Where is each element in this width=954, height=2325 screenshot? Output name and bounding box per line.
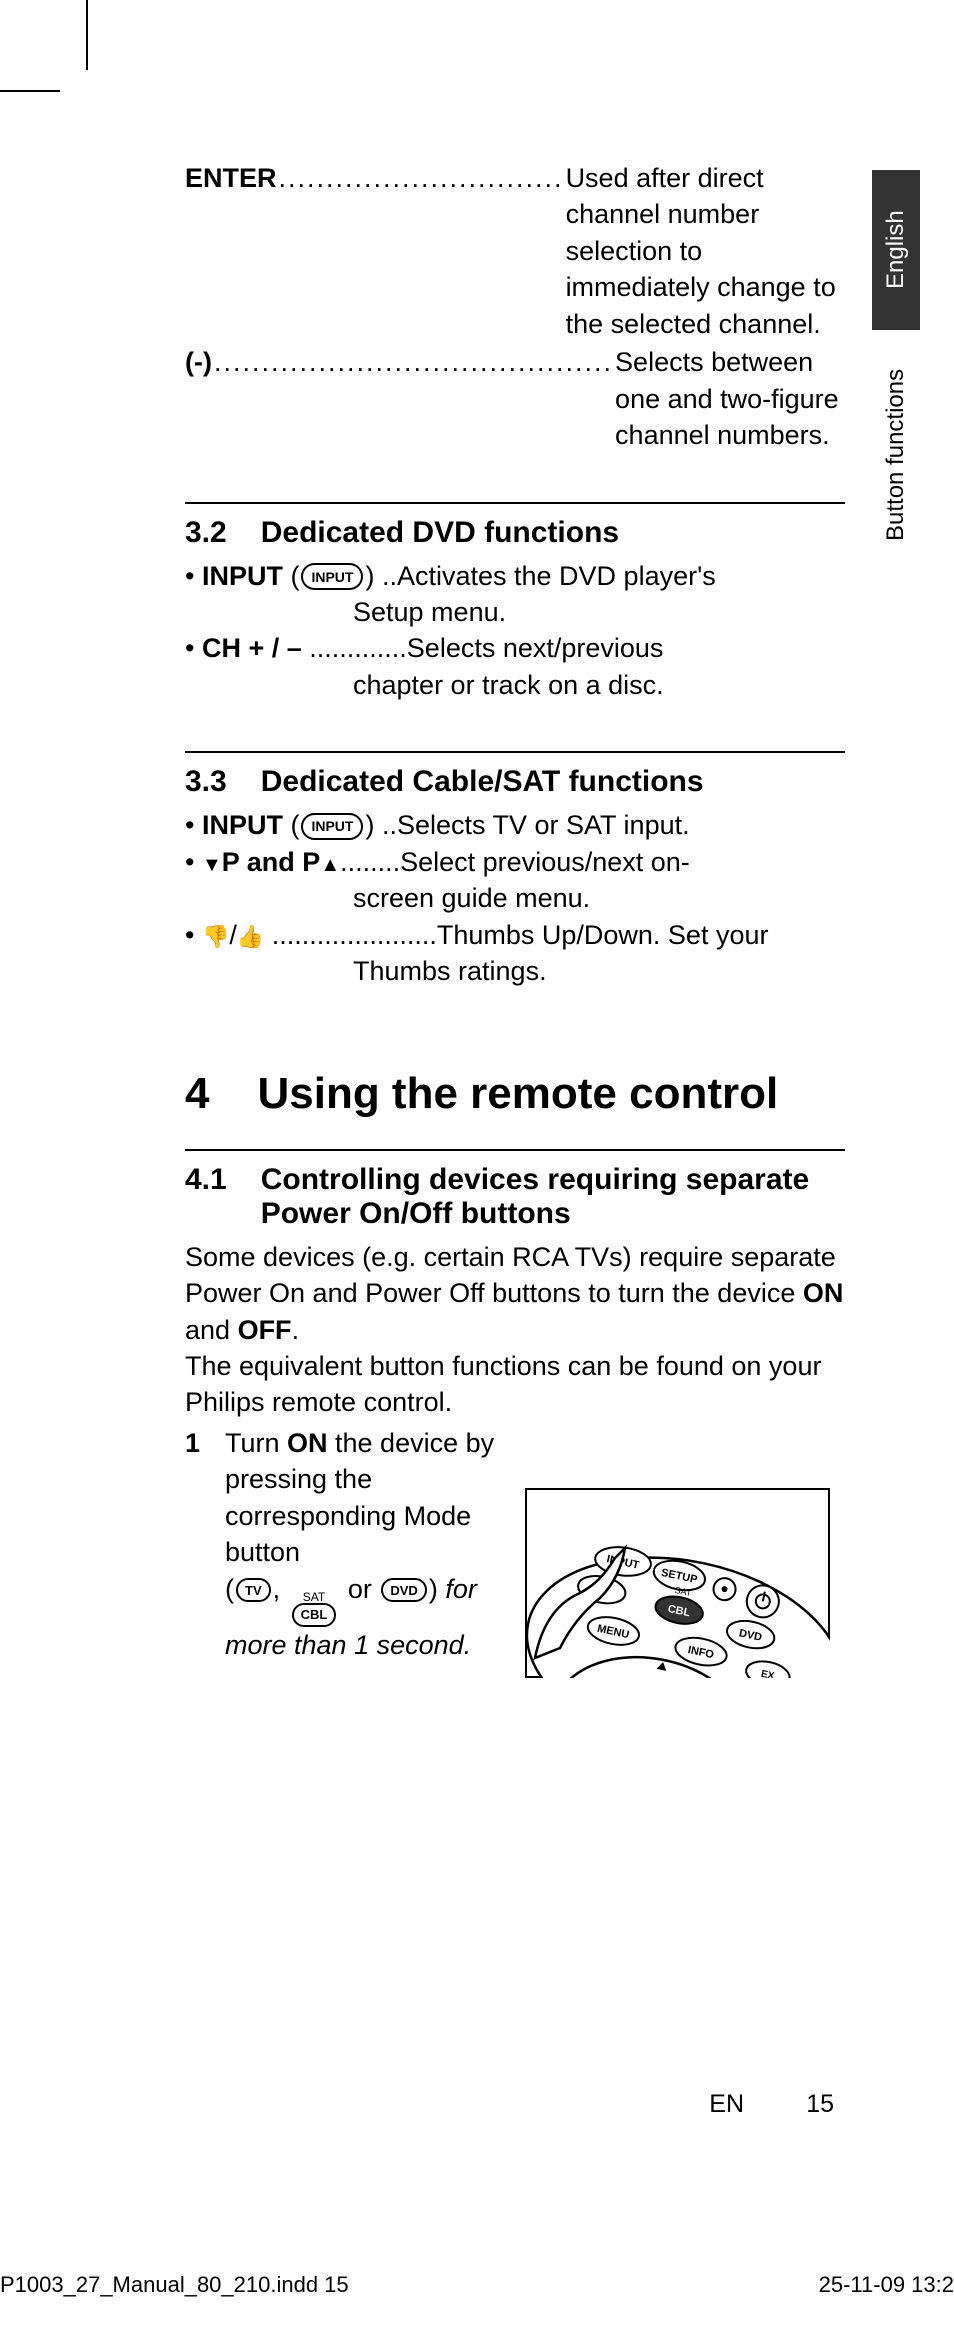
desc-dash: Selects between one and two-figure chann… — [615, 344, 845, 453]
footer-filename: P1003_27_Manual_80_210.indd 15 — [0, 2272, 349, 2298]
para-text: . — [292, 1315, 300, 1345]
heading-4-1: 4.1 Controlling devices requiring separa… — [185, 1163, 845, 1231]
heading-title: Controlling devices requiring separate P… — [261, 1163, 845, 1231]
item-thumbs: • 👎/👍 ......................Thumbs Up/Do… — [185, 917, 845, 990]
desc-thumbs-2: Thumbs ratings. — [185, 953, 845, 989]
desc-input-1: Activates the DVD player's — [397, 561, 716, 591]
paragraph-1: Some devices (e.g. certain RCA TVs) requ… — [185, 1239, 845, 1348]
heading-title: Using the remote control — [257, 1069, 845, 1118]
desc-enter: Used after direct channel number selecti… — [566, 160, 845, 342]
page-number: 15 — [806, 2090, 834, 2119]
list-3-2: • INPUT (INPUT) ..Activates the DVD play… — [185, 558, 845, 704]
leader-dots: ........................................… — [212, 344, 615, 380]
footer-date: 25-11-09 13:2 — [819, 2272, 954, 2298]
desc-ch-2: chapter or track on a disc. — [185, 667, 845, 703]
cbl-sat-button-icon: SAT CBL — [290, 1591, 339, 1627]
thumbs-down-icon: 👎 — [202, 924, 229, 949]
definitions-block: ENTER .............................. Use… — [185, 160, 845, 454]
input-button-icon: INPUT — [301, 563, 363, 590]
dvd-button-icon: DVD — [381, 1578, 426, 1602]
triangle-up-icon — [320, 847, 340, 877]
bold-on: ON — [287, 1428, 328, 1458]
desc-input: Selects TV or SAT input. — [397, 810, 690, 840]
heading-num: 3.2 — [185, 516, 227, 550]
heading-title: Dedicated DVD functions — [261, 516, 845, 550]
bold-off: OFF — [238, 1315, 292, 1345]
desc-input-2: Setup menu. — [185, 594, 845, 630]
term-ch: CH + / – — [202, 633, 302, 663]
term-input: INPUT — [202, 561, 283, 591]
term-p: P and P — [222, 847, 321, 877]
tab-language: English — [872, 170, 920, 330]
desc-p-2: screen guide menu. — [185, 880, 845, 916]
sat-label: SAT — [303, 1591, 325, 1603]
side-tabs: English Button functions — [872, 170, 942, 600]
item-input: • INPUT (INPUT) ..Selects TV or SAT inpu… — [185, 807, 845, 843]
para-text: Some devices (e.g. certain RCA TVs) requ… — [185, 1242, 836, 1308]
step-num: 1 — [185, 1425, 207, 1663]
page-content: ENTER .............................. Use… — [185, 160, 845, 1663]
remote-illustration: INPUT SETUP TV CBL SAT DVD MENU INFO — [525, 1488, 830, 1678]
heading-4: 4 Using the remote control — [185, 1069, 845, 1118]
step-or: or — [340, 1574, 379, 1604]
cbl-button-icon: CBL — [292, 1603, 337, 1627]
section-rule — [185, 502, 845, 504]
heading-title: Dedicated Cable/SAT functions — [261, 765, 845, 799]
item-ch: • CH + / – .............Selects next/pre… — [185, 630, 845, 703]
triangle-down-icon — [202, 847, 222, 877]
tab-section-name: Button functions — [872, 340, 920, 600]
desc-ch-1: Selects next/previous — [407, 633, 664, 663]
svg-text:EX: EX — [760, 1669, 776, 1678]
leader-dots: .............................. — [277, 160, 566, 196]
heading-num: 3.3 — [185, 765, 227, 799]
tv-button-icon: TV — [236, 1578, 271, 1602]
desc-thumbs-1: Thumbs Up/Down. Set your — [437, 920, 769, 950]
heading-num: 4 — [185, 1069, 209, 1118]
section-rule — [185, 1149, 845, 1151]
thumbs-up-icon: 👍 — [237, 924, 264, 949]
term-input: INPUT — [202, 810, 283, 840]
heading-3-2: 3.2 Dedicated DVD functions — [185, 516, 845, 550]
heading-3-3: 3.3 Dedicated Cable/SAT functions — [185, 765, 845, 799]
input-button-icon: INPUT — [301, 813, 363, 840]
term-dash: (-) — [185, 344, 212, 380]
heading-num: 4.1 — [185, 1163, 227, 1231]
term-enter: ENTER — [185, 160, 277, 196]
item-input: • INPUT (INPUT) ..Activates the DVD play… — [185, 558, 845, 631]
section-rule — [185, 751, 845, 753]
page-language: EN — [709, 2090, 744, 2119]
paragraph-2: The equivalent button functions can be f… — [185, 1348, 845, 1421]
para-text: and — [185, 1315, 238, 1345]
step-text-a: Turn — [225, 1428, 287, 1458]
bold-on: ON — [803, 1278, 844, 1308]
step-text: Turn ON the device by pressing the corre… — [225, 1425, 495, 1663]
item-p: • P and P........Select previous/next on… — [185, 844, 845, 917]
desc-p-1: Select previous/next on- — [400, 847, 690, 877]
list-3-3: • INPUT (INPUT) ..Selects TV or SAT inpu… — [185, 807, 845, 989]
